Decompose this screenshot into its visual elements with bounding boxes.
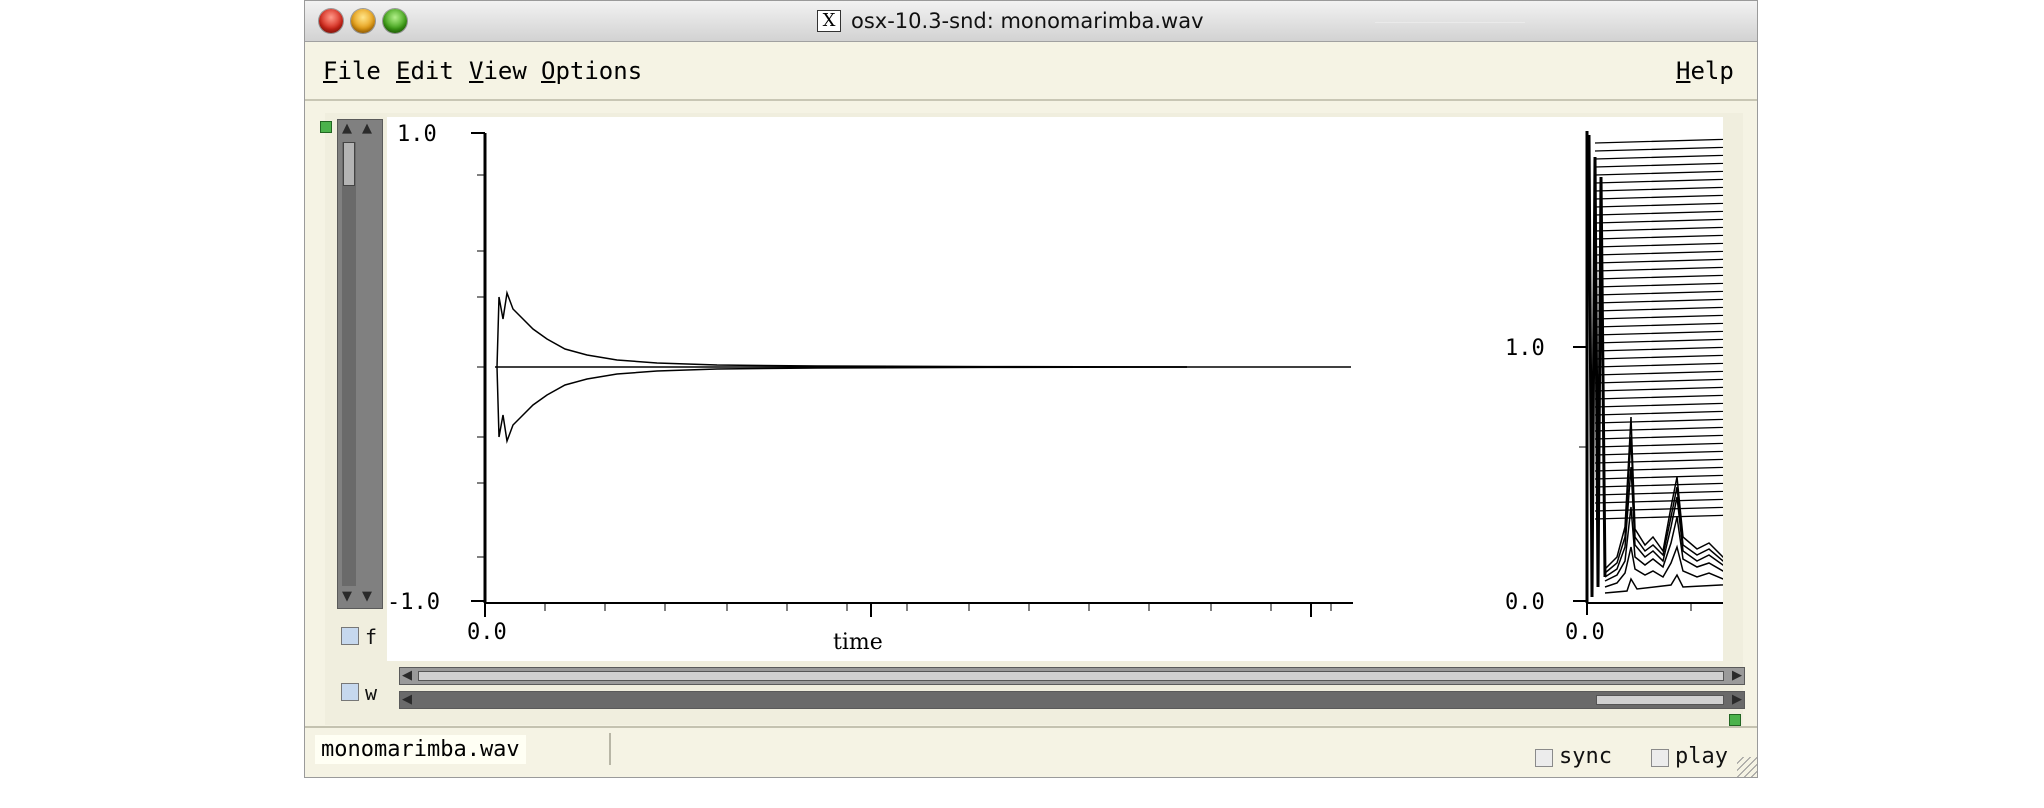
- fft-checkbox[interactable]: [341, 627, 359, 645]
- wave-checkbox-label: w: [365, 681, 378, 705]
- scroll-down-arrow-icon[interactable]: ▼: [362, 590, 372, 604]
- resize-grip-icon[interactable]: [1737, 757, 1757, 777]
- sync-label: sync: [1559, 744, 1612, 769]
- spectrum-trace: [1604, 573, 1757, 594]
- title-bar[interactable]: X osx-10.3-snd: monomarimba.wav: [305, 1, 1757, 42]
- scroll-left-arrow-icon[interactable]: ◀: [402, 693, 412, 707]
- wave-checkbox[interactable]: [341, 683, 359, 701]
- zoom-horizontal-scrollbar[interactable]: ◀ ▶: [399, 691, 1745, 709]
- time-y-min-label: -1.0: [387, 590, 440, 615]
- scroll-up-arrow-icon[interactable]: ▲: [362, 122, 372, 136]
- close-icon[interactable]: [319, 9, 343, 33]
- time-x-axis-label: time: [833, 630, 883, 655]
- scroll-left-arrow-icon[interactable]: ◀: [402, 669, 412, 683]
- freq-y-mid-label: 1.0: [1505, 336, 1545, 361]
- freq-y-zero-label: 0.0: [1505, 590, 1545, 615]
- pane-sash-handle[interactable]: [320, 121, 332, 133]
- frequency-graph: 1.0 0.0 0.0 5000 frequency: [1505, 131, 1757, 645]
- menu-options[interactable]: Options: [541, 57, 642, 85]
- position-horizontal-scrollbar[interactable]: ◀ ▶: [399, 667, 1745, 685]
- zoom-scroll-thumb[interactable]: [1596, 695, 1724, 705]
- scroll-down-arrow-icon[interactable]: ▼: [342, 590, 352, 604]
- time-y-max-label: 1.0: [397, 122, 437, 147]
- play-label: play: [1675, 744, 1728, 769]
- app-window: X osx-10.3-snd: monomarimba.wav File Edi…: [304, 0, 1758, 778]
- window-title: osx-10.3-snd: monomarimba.wav: [851, 9, 1204, 33]
- status-divider: [609, 733, 611, 765]
- scroll-up-arrow-icon[interactable]: ▲: [342, 122, 352, 136]
- sash-handle[interactable]: [1729, 714, 1741, 726]
- title-decoration: [1375, 22, 1525, 23]
- menu-edit[interactable]: Edit: [396, 57, 454, 85]
- x11-logo-icon: X: [817, 10, 841, 32]
- spectrum-fundamental-peak: [1587, 134, 1607, 598]
- menu-bar: File Edit View Options Help: [305, 43, 1757, 101]
- menu-file[interactable]: File: [323, 57, 381, 85]
- spectrogram-lines: [1594, 137, 1757, 520]
- status-separator: [305, 726, 1757, 728]
- fft-checkbox-label: f: [365, 625, 378, 649]
- graph-area[interactable]: 1.0 -1.0 0.0 time 1.0 0.0 0.0: [387, 117, 1757, 661]
- play-checkbox[interactable]: [1651, 749, 1669, 767]
- scroll-right-arrow-icon[interactable]: ▶: [1732, 669, 1742, 683]
- maximize-icon[interactable]: [383, 9, 407, 33]
- minimize-icon[interactable]: [351, 9, 375, 33]
- scroll-trough: [342, 142, 356, 586]
- waveform-upper-envelope: [496, 290, 1188, 368]
- scroll-right-arrow-icon[interactable]: ▶: [1732, 693, 1742, 707]
- sync-checkbox[interactable]: [1535, 749, 1553, 767]
- zoom-vertical-scrollbar[interactable]: ▲ ▲ ▼ ▼: [337, 119, 383, 609]
- waveform-lower-envelope: [496, 366, 1188, 444]
- position-scroll-thumb[interactable]: [418, 671, 1724, 681]
- freq-x-origin-label: 0.0: [1565, 620, 1605, 645]
- graphs-svg: 1.0 -1.0 0.0 time 1.0 0.0 0.0: [387, 122, 1757, 655]
- time-x-origin-label: 0.0: [467, 620, 507, 645]
- menu-view[interactable]: View: [469, 57, 527, 85]
- scroll-thumb[interactable]: [343, 142, 355, 186]
- time-graph: 1.0 -1.0 0.0 time: [387, 122, 1353, 655]
- status-filename: monomarimba.wav: [315, 735, 526, 764]
- menu-help[interactable]: Help: [1676, 57, 1734, 85]
